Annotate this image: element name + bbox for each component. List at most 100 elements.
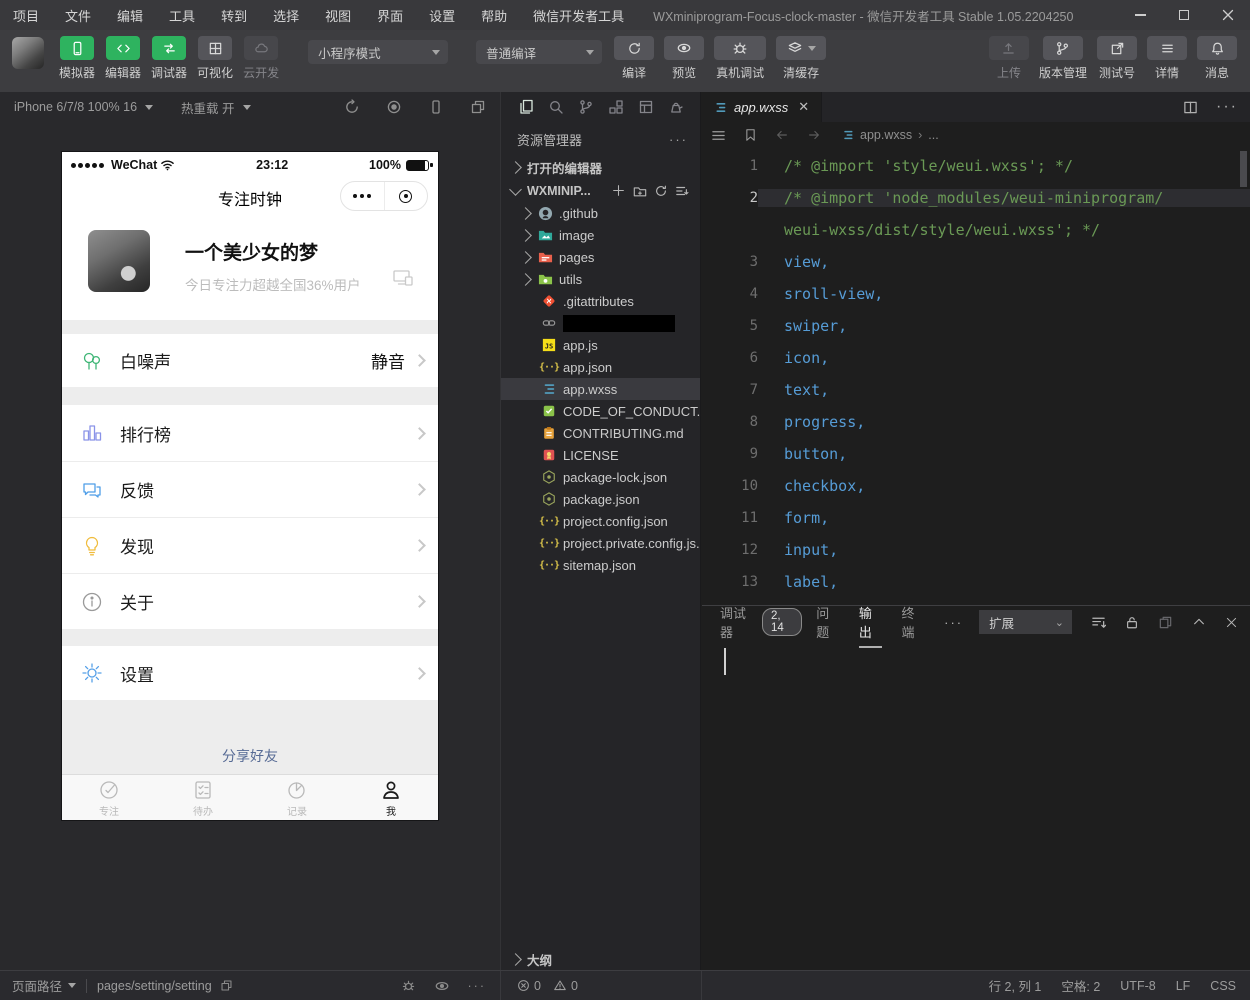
test-account-button[interactable]: 测试号 <box>1097 36 1137 81</box>
lock-icon[interactable] <box>1125 615 1139 630</box>
open-editors-section[interactable]: 打开的编辑器 <box>501 156 700 179</box>
device-frame-icon[interactable] <box>428 99 444 115</box>
indent-setting[interactable]: 空格: 2 <box>1061 976 1100 995</box>
cell-settings[interactable]: 设置 <box>62 646 438 700</box>
menu-select[interactable]: 选择 <box>260 0 312 30</box>
more-icon[interactable]: ··· <box>468 979 487 993</box>
cell-white-noise[interactable]: 白噪声 静音 <box>62 334 438 387</box>
preview-button[interactable]: 预览 <box>664 36 704 81</box>
tab-output[interactable]: 输出 <box>859 603 882 641</box>
list-icon[interactable] <box>702 128 734 143</box>
tree-item-file[interactable]: package.json <box>501 488 700 510</box>
tree-item-file[interactable]: {··} project.config.json <box>501 510 700 532</box>
messages-button[interactable]: 消息 <box>1197 36 1237 81</box>
cell-about[interactable]: 关于 <box>62 573 438 629</box>
more-button[interactable] <box>341 182 385 210</box>
tree-item-file[interactable]: {··} sitemap.json <box>501 554 700 576</box>
tab-todo[interactable]: 待办 <box>156 775 250 820</box>
close-panel-icon[interactable] <box>1225 616 1238 629</box>
menu-help[interactable]: 帮助 <box>468 0 520 30</box>
problems-summary[interactable]: 0 0 <box>500 971 701 1000</box>
tree-item-folder[interactable]: pages <box>501 246 700 268</box>
new-folder-icon[interactable] <box>629 184 650 198</box>
source-control-icon[interactable] <box>571 94 601 120</box>
maximize-button[interactable] <box>1162 0 1206 30</box>
language-mode[interactable]: CSS <box>1210 979 1236 993</box>
breadcrumb-more[interactable]: ... <box>928 128 938 142</box>
new-file-icon[interactable] <box>608 184 629 198</box>
refresh-icon[interactable] <box>650 184 671 198</box>
visualize-toggle-button[interactable]: 可视化 <box>197 36 233 81</box>
cell-feedback[interactable]: 反馈 <box>62 461 438 517</box>
tree-item-file-selected[interactable]: app.wxss <box>501 378 700 400</box>
layout-icon[interactable] <box>631 94 661 120</box>
editor-scrollbar[interactable] <box>1240 151 1247 187</box>
details-button[interactable]: 详情 <box>1147 36 1187 81</box>
minimize-button[interactable] <box>1118 0 1162 30</box>
tree-item-file[interactable]: package-lock.json <box>501 466 700 488</box>
breadcrumb-file[interactable]: app.wxss <box>842 128 912 142</box>
simulator-toggle-button[interactable]: 模拟器 <box>59 36 95 81</box>
menu-view[interactable]: 视图 <box>312 0 364 30</box>
device-debug-button[interactable]: 真机调试 <box>714 36 766 81</box>
clear-cache-button[interactable]: 清缓存 <box>776 36 826 81</box>
tree-item-file[interactable]: {··} app.json <box>501 356 700 378</box>
tree-item-folder[interactable]: .github <box>501 202 700 224</box>
version-control-button[interactable]: 版本管理 <box>1039 36 1087 81</box>
menu-goto[interactable]: 转到 <box>208 0 260 30</box>
profile-section[interactable]: 一个美少女的梦 今日专注力超越全国36%用户 <box>62 216 438 320</box>
page-path-select[interactable]: 页面路径 <box>12 976 76 995</box>
tree-item-folder[interactable]: image <box>501 224 700 246</box>
menu-tools[interactable]: 工具 <box>156 0 208 30</box>
tree-item-file-redacted[interactable] <box>501 312 700 334</box>
cell-ranking[interactable]: 排行榜 <box>62 405 438 461</box>
close-tab-icon[interactable]: ✕ <box>798 99 809 115</box>
menu-project[interactable]: 项目 <box>0 0 52 30</box>
editor-more-icon[interactable]: ··· <box>1216 98 1238 116</box>
split-panel-icon[interactable] <box>1158 615 1173 630</box>
cursor-position[interactable]: 行 2, 列 1 <box>989 976 1042 995</box>
page-path-value[interactable]: pages/setting/setting <box>97 979 212 993</box>
tab-app-wxss[interactable]: app.wxss ✕ <box>702 92 822 122</box>
menu-devtools[interactable]: 微信开发者工具 <box>520 0 637 30</box>
close-miniprogram-button[interactable] <box>385 182 428 210</box>
menu-file[interactable]: 文件 <box>52 0 104 30</box>
multi-window-icon[interactable] <box>470 99 486 115</box>
debugger-toggle-button[interactable]: 调试器 <box>151 36 187 81</box>
tab-focus[interactable]: 专注 <box>62 775 156 820</box>
project-root-section[interactable]: WXMINIP... <box>501 179 700 202</box>
tree-item-file[interactable]: CONTRIBUTING.md <box>501 422 700 444</box>
cell-discover[interactable]: 发现 <box>62 517 438 573</box>
panel-more-button[interactable]: ··· <box>944 615 963 630</box>
encoding-setting[interactable]: UTF-8 <box>1120 979 1155 993</box>
bookmark-icon[interactable] <box>734 128 766 142</box>
outline-section[interactable]: 大纲 <box>501 948 700 970</box>
mode-select[interactable]: 小程序模式 <box>308 40 448 64</box>
user-avatar[interactable] <box>12 37 44 69</box>
output-channel-select[interactable]: 扩展⌄ <box>979 610 1072 634</box>
share-friends-link[interactable]: 分享好友 <box>222 746 278 766</box>
maximize-panel-icon[interactable] <box>1192 615 1206 629</box>
device-select[interactable]: iPhone 6/7/8 100% 16 <box>14 100 153 114</box>
tree-item-folder[interactable]: utils <box>501 268 700 290</box>
collapse-all-icon[interactable] <box>671 184 692 198</box>
tree-item-file[interactable]: JS app.js <box>501 334 700 356</box>
vconsole-bug-icon[interactable] <box>401 978 416 993</box>
editor-toggle-button[interactable]: 编辑器 <box>105 36 141 81</box>
tab-problems[interactable]: 问题 <box>816 603 839 641</box>
code-editor[interactable]: 1/* @import 'style/weui.wxss'; */ 2/* @i… <box>702 148 1250 598</box>
compile-mode-select[interactable]: 普通编译 <box>476 40 602 64</box>
menu-edit[interactable]: 编辑 <box>104 0 156 30</box>
tab-records[interactable]: 记录 <box>250 775 344 820</box>
forward-arrow-icon[interactable] <box>798 128 830 142</box>
extensions-icon[interactable] <box>601 94 631 120</box>
copy-icon[interactable] <box>220 979 233 992</box>
rotate-icon[interactable] <box>344 99 360 115</box>
clear-output-icon[interactable] <box>1091 615 1106 630</box>
visibility-eye-icon[interactable] <box>434 978 450 994</box>
kettle-icon[interactable] <box>661 94 691 120</box>
menu-settings[interactable]: 设置 <box>416 0 468 30</box>
tree-item-file[interactable]: CODE_OF_CONDUCT.md <box>501 400 700 422</box>
tab-me[interactable]: 我 <box>344 775 438 820</box>
tree-item-file[interactable]: {··} project.private.config.js... <box>501 532 700 554</box>
